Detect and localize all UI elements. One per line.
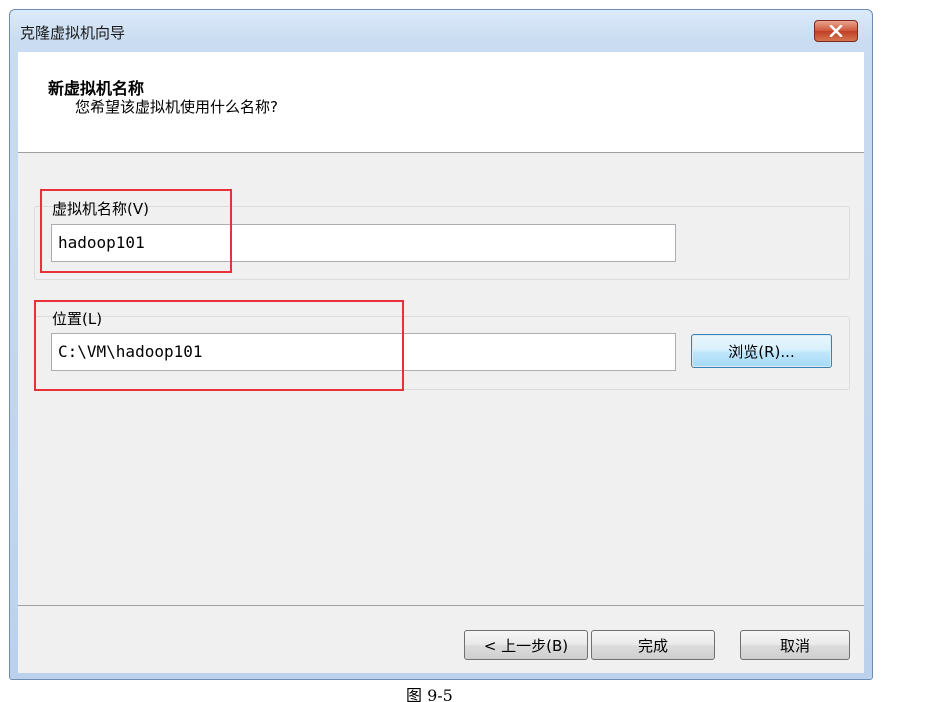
wizard-body: 新虚拟机名称 您希望该虚拟机使用什么名称? 虚拟机名称(V) hadoop101… xyxy=(18,52,864,673)
page-subtitle: 您希望该虚拟机使用什么名称? xyxy=(75,98,278,116)
close-icon xyxy=(829,25,843,37)
clone-vm-wizard-window: 克隆虚拟机向导 新虚拟机名称 您希望该虚拟机使用什么名称? 虚拟机名称(V) h… xyxy=(9,9,873,680)
back-button[interactable]: < 上一步(B) xyxy=(464,630,588,660)
close-button[interactable] xyxy=(814,20,858,42)
wizard-header: 新虚拟机名称 您希望该虚拟机使用什么名称? xyxy=(18,52,864,153)
footer-divider xyxy=(18,605,864,606)
title-bar[interactable]: 克隆虚拟机向导 xyxy=(10,10,872,50)
browse-button[interactable]: 浏览(R)... xyxy=(691,334,832,368)
cancel-button[interactable]: 取消 xyxy=(740,630,850,660)
location-highlight-box xyxy=(34,300,404,391)
name-highlight-box xyxy=(40,189,232,273)
window-title: 克隆虚拟机向导 xyxy=(20,24,126,42)
finish-button[interactable]: 完成 xyxy=(591,630,715,660)
figure-caption: 图 9-5 xyxy=(406,686,453,702)
